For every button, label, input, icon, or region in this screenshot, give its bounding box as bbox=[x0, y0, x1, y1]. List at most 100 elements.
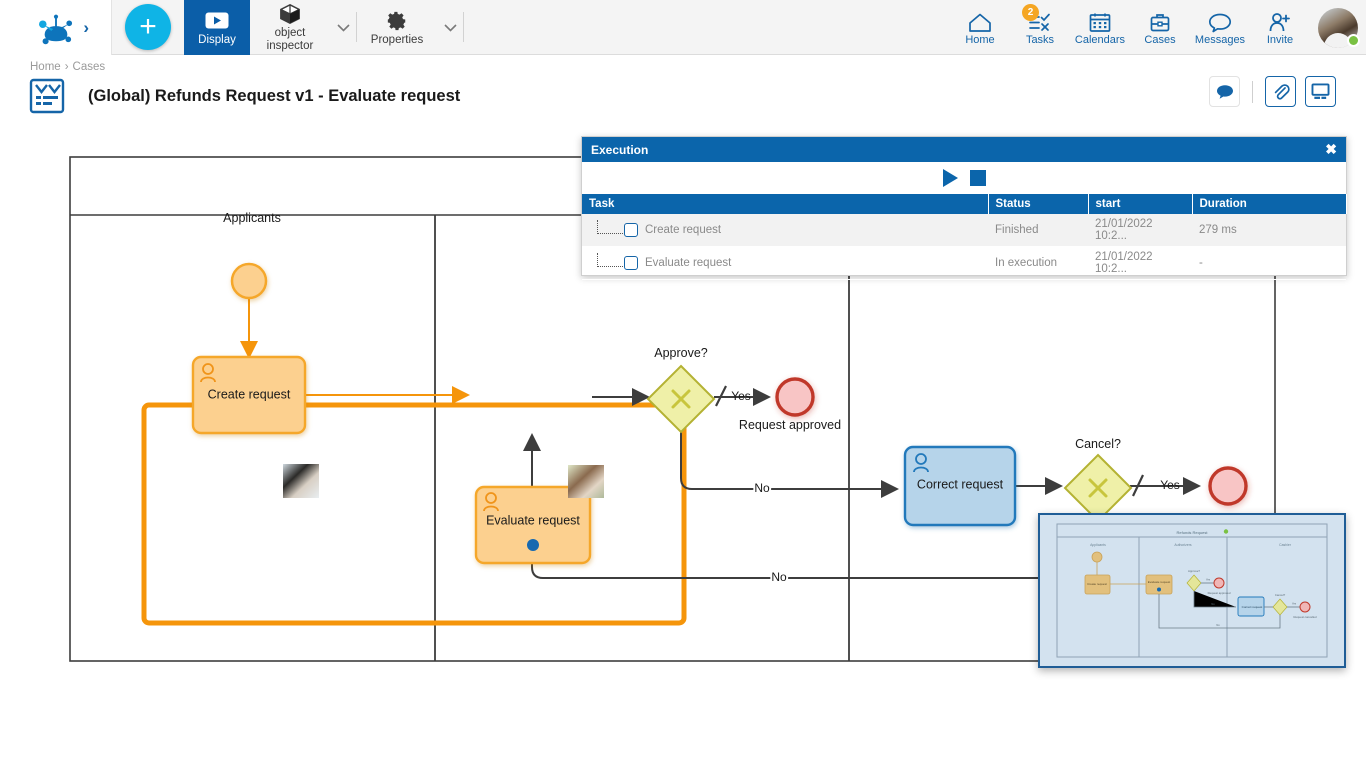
task-evaluate-request-label: Evaluate request bbox=[486, 513, 580, 527]
svg-text:Create request: Create request bbox=[1087, 582, 1107, 586]
toolbar-button-display[interactable]: Display bbox=[184, 0, 250, 55]
column-header-status[interactable]: Status bbox=[988, 194, 1088, 214]
flow-label-cancel-yes: Yes bbox=[1160, 478, 1180, 492]
app-logo[interactable]: › bbox=[0, 0, 112, 55]
breadcrumb: Home › Cases bbox=[30, 61, 105, 73]
display-view-button[interactable] bbox=[1305, 76, 1336, 107]
flow-label-approve-no: No bbox=[754, 481, 770, 495]
table-row[interactable]: Evaluate request In execution 21/01/2022… bbox=[582, 247, 1346, 280]
end-event-request-approved-label: Request approved bbox=[739, 418, 841, 432]
breadcrumb-cases[interactable]: Cases bbox=[73, 61, 106, 73]
task-evaluate-request-avatar bbox=[568, 465, 604, 498]
end-event-request-cancelled bbox=[1210, 468, 1246, 504]
gear-icon bbox=[386, 10, 408, 32]
svg-text:Approve?: Approve? bbox=[1188, 569, 1200, 573]
svg-text:Cancel?: Cancel? bbox=[1275, 593, 1286, 597]
bizagi-logo-icon bbox=[37, 11, 75, 45]
calendar-icon bbox=[1089, 9, 1111, 33]
row-checkbox[interactable] bbox=[624, 223, 638, 237]
tasks-badge: 2 bbox=[1022, 4, 1039, 21]
flow-label-cancel-no: No bbox=[771, 570, 787, 584]
svg-text:Request cancelled: Request cancelled bbox=[1293, 615, 1316, 619]
row-duration: 279 ms bbox=[1192, 214, 1346, 247]
svg-text:Cashier: Cashier bbox=[1279, 543, 1292, 547]
nav-item-calendars-label: Calendars bbox=[1075, 34, 1125, 46]
row-duration: - bbox=[1192, 247, 1346, 280]
execution-panel[interactable]: Execution ✖ Task Status start Duration bbox=[581, 136, 1347, 276]
execution-panel-title: Execution bbox=[591, 143, 648, 157]
comments-button[interactable] bbox=[1209, 76, 1240, 107]
chevron-down-icon bbox=[444, 24, 457, 32]
nav-item-messages[interactable]: Messages bbox=[1190, 0, 1250, 55]
row-task-label: Create request bbox=[645, 224, 721, 236]
svg-text:Yes: Yes bbox=[1206, 578, 1211, 582]
toolbar-button-object-inspector[interactable]: object inspector bbox=[250, 0, 330, 55]
column-header-duration[interactable]: Duration bbox=[1192, 194, 1346, 214]
column-header-task[interactable]: Task bbox=[582, 194, 988, 214]
toolbar-button-properties-label: Properties bbox=[371, 34, 423, 46]
nav-item-tasks-label: Tasks bbox=[1026, 34, 1054, 46]
flow-label-approve-yes: Yes bbox=[731, 389, 751, 403]
task-create-request-avatar bbox=[283, 464, 319, 498]
play-button[interactable] bbox=[943, 169, 958, 187]
task-create-request: Create request bbox=[193, 357, 305, 433]
gateway-approve-label: Approve? bbox=[654, 346, 708, 360]
nav-item-tasks[interactable]: 2 Tasks bbox=[1010, 0, 1070, 55]
page-header: (Global) Refunds Request v1 - Evaluate r… bbox=[28, 76, 1346, 116]
chevron-down-icon bbox=[337, 24, 350, 32]
breadcrumb-home[interactable]: Home bbox=[30, 61, 61, 73]
lane-label-applicants: Applicants bbox=[223, 211, 281, 225]
minimap-process-title: Refunds Request bbox=[1177, 530, 1209, 535]
row-start: 21/01/2022 10:2... bbox=[1088, 247, 1192, 280]
nav-item-home-label: Home bbox=[965, 34, 994, 46]
header-actions bbox=[1209, 76, 1336, 107]
stop-button[interactable] bbox=[970, 170, 986, 186]
breadcrumb-separator: › bbox=[65, 61, 69, 73]
minimap-thumbnail: Refunds Request Applicants Authorizers C… bbox=[1040, 515, 1344, 666]
gateway-cancel-label: Cancel? bbox=[1075, 437, 1121, 451]
close-icon[interactable]: ✖ bbox=[1325, 141, 1337, 158]
svg-text:Yes: Yes bbox=[1292, 602, 1297, 606]
svg-text:Applicants: Applicants bbox=[1090, 543, 1106, 547]
properties-dropdown-caret[interactable] bbox=[437, 0, 463, 55]
row-status: In execution bbox=[988, 247, 1088, 280]
page-title: (Global) Refunds Request v1 - Evaluate r… bbox=[88, 87, 460, 106]
display-icon bbox=[205, 10, 229, 32]
svg-text:Request approved: Request approved bbox=[1208, 591, 1231, 595]
nav-item-invite[interactable]: Invite bbox=[1250, 0, 1310, 55]
toolbar-button-properties[interactable]: Properties bbox=[357, 0, 437, 55]
execution-table-header-row: Task Status start Duration bbox=[582, 194, 1346, 214]
comment-icon bbox=[1216, 84, 1234, 100]
invite-user-icon bbox=[1268, 9, 1292, 33]
object-inspector-dropdown-caret[interactable] bbox=[330, 0, 356, 55]
home-icon bbox=[968, 9, 992, 33]
nav-item-messages-label: Messages bbox=[1195, 34, 1245, 46]
action-separator bbox=[1252, 81, 1253, 103]
task-create-request-label: Create request bbox=[208, 387, 291, 401]
tree-connector bbox=[597, 220, 623, 234]
nav-item-home[interactable]: Home bbox=[950, 0, 1010, 55]
application-window: › + Display bbox=[0, 0, 1366, 768]
svg-text:Correct request: Correct request bbox=[1242, 605, 1263, 609]
user-avatar-button[interactable] bbox=[1310, 0, 1366, 55]
nav-item-invite-label: Invite bbox=[1267, 34, 1293, 46]
message-icon bbox=[1208, 9, 1232, 33]
top-toolbar: › + Display bbox=[0, 0, 1366, 55]
column-header-start[interactable]: start bbox=[1088, 194, 1192, 214]
diagram-minimap[interactable]: Refunds Request Applicants Authorizers C… bbox=[1038, 513, 1346, 668]
monitor-icon bbox=[1311, 83, 1330, 100]
execution-table: Task Status start Duration Create reques… bbox=[582, 194, 1347, 280]
task-correct-request-label: Correct request bbox=[917, 477, 1004, 491]
table-row[interactable]: Create request Finished 21/01/2022 10:2.… bbox=[582, 214, 1346, 247]
nav-item-cases[interactable]: Cases bbox=[1130, 0, 1190, 55]
nav-item-calendars[interactable]: Calendars bbox=[1070, 0, 1130, 55]
row-checkbox[interactable] bbox=[624, 256, 638, 270]
execution-panel-header[interactable]: Execution ✖ bbox=[582, 137, 1346, 162]
add-button-label: + bbox=[139, 12, 157, 42]
toolbar-button-display-label: Display bbox=[198, 34, 236, 46]
case-document-icon bbox=[28, 77, 66, 115]
chevron-right-icon[interactable]: › bbox=[83, 18, 89, 38]
add-new-button[interactable]: + bbox=[125, 4, 171, 50]
task-evaluate-request: Evaluate request bbox=[476, 487, 590, 563]
attachments-button[interactable] bbox=[1265, 76, 1296, 107]
